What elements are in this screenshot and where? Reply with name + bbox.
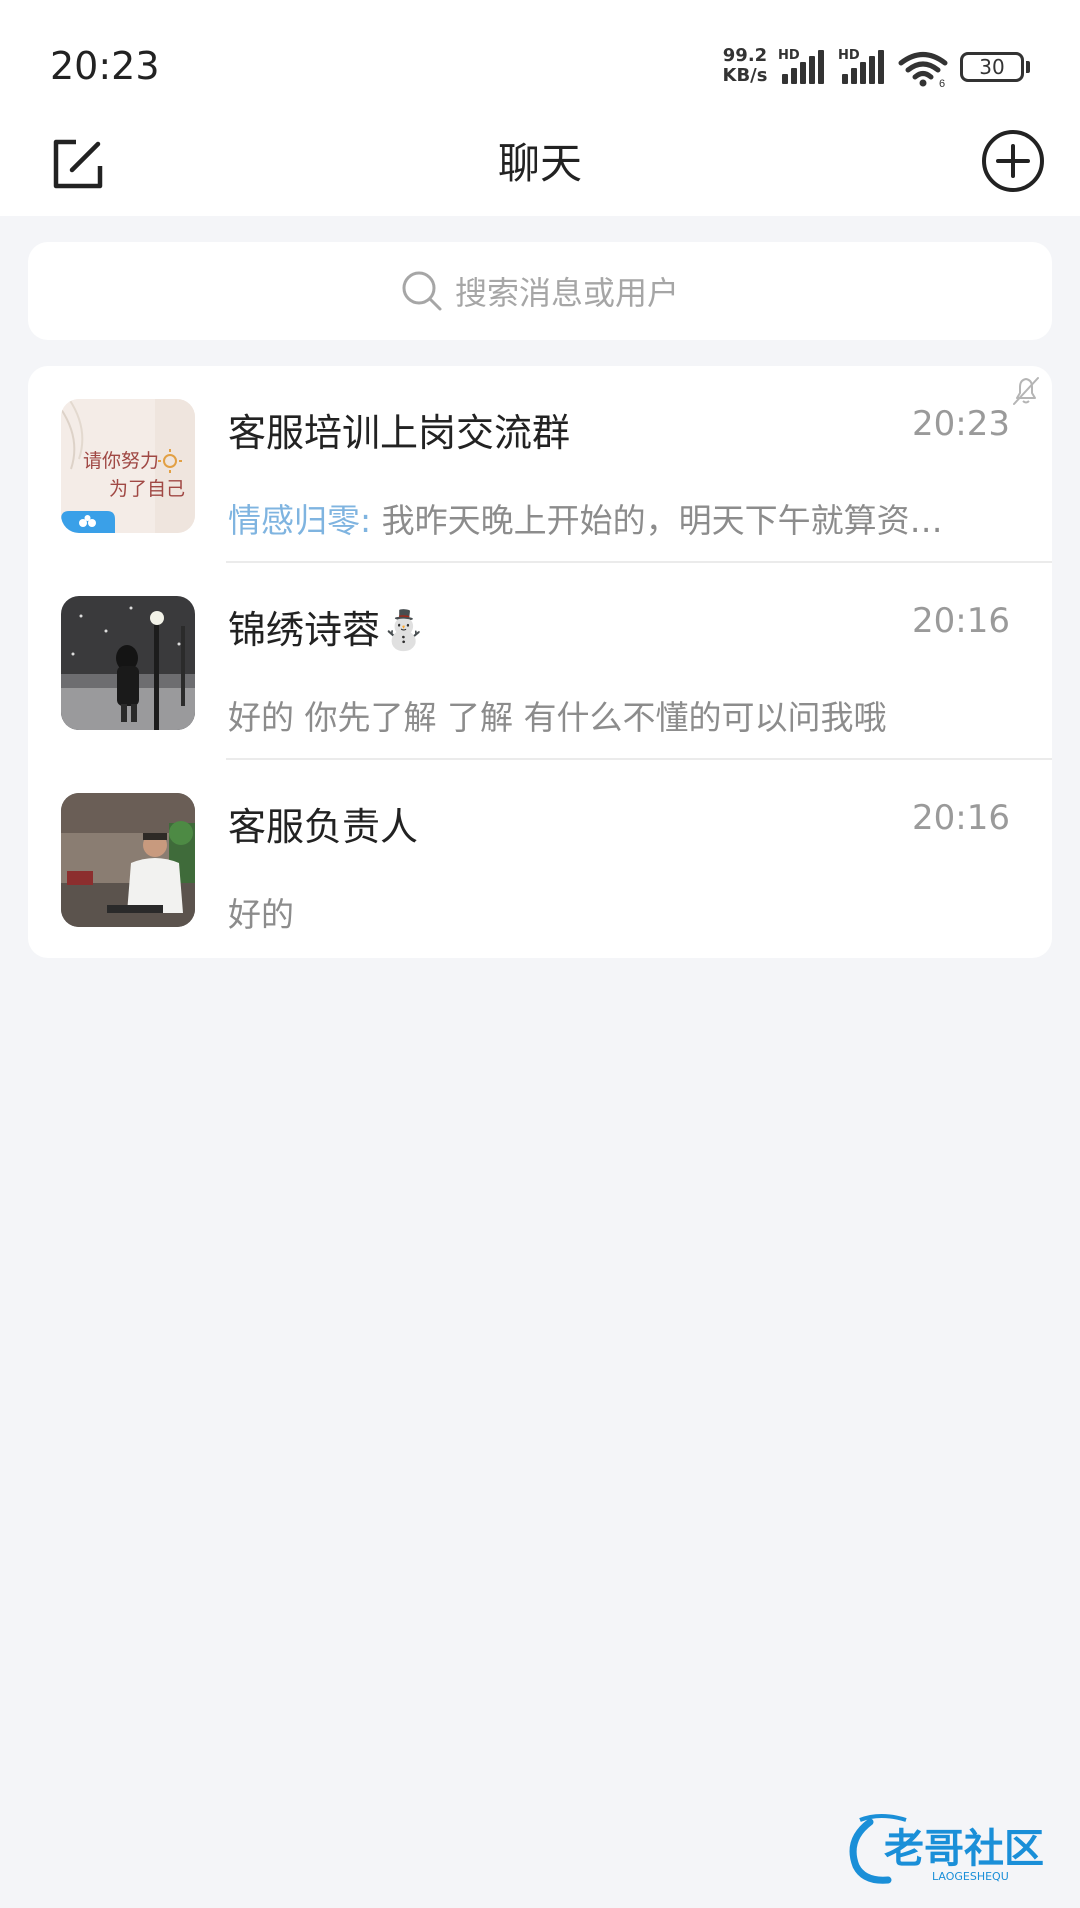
search-icon [402,271,442,311]
sim1-hd-label: HD [778,48,800,63]
chat-time: 20:16 [912,601,1010,641]
chat-preview-sender: 情感归零: [228,501,372,540]
chat-name: 客服负责人 [228,805,419,849]
chat-preview: 好的 你先了解 了解 有什么不懂的可以问我哦 [228,698,887,737]
chat-preview-text: 我昨天晚上开始的，明天下午就算资… [371,501,943,540]
wifi-icon: 6 [898,52,948,88]
search-placeholder: 搜索消息或用户 [454,274,679,312]
net-speed-value: 99.2 [722,45,768,66]
chat-item-training-group[interactable]: 请你努力 为了自己 客服培训上岗交流群 20:23 情感归零: 我昨天晚上开始的… [28,366,1052,563]
watermark-sub: LAOGESHEQU [932,1870,1009,1883]
chat-name: 锦绣诗蓉⛄ [228,608,428,652]
net-speed-unit: KB/s [722,65,768,86]
network-speed: 99.2 KB/s [720,46,770,86]
group-avatar-image: 请你努力 为了自己 [61,399,195,533]
add-icon[interactable] [980,128,1046,194]
avatar [61,793,195,927]
chat-item-service-lead[interactable]: 客服负责人 20:16 好的 [28,760,1052,957]
chat-name: 客服培训上岗交流群 [228,411,571,455]
watermark-title: 老哥社区 [884,1826,1044,1872]
chat-time: 20:16 [912,798,1010,838]
mute-bell-icon [1013,377,1039,405]
search-box[interactable]: 搜索消息或用户 [28,242,1052,340]
avatar [61,596,195,730]
avatar: 请你努力 为了自己 [61,399,195,533]
avatar-text-line1: 请你努力 [83,450,159,472]
chat-preview: 好的 [228,895,294,934]
sim1-signal-icon: HD [778,48,834,84]
battery-tip [1026,61,1030,73]
chat-list: 请你努力 为了自己 客服培训上岗交流群 20:23 情感归零: 我昨天晚上开始的… [28,366,1052,958]
status-bar: 20:23 99.2 KB/s HD HD 6 30 [0,0,1080,110]
man-laptop-avatar-image [61,793,195,927]
sim2-signal-icon: HD [838,48,894,84]
header: 聊天 [0,110,1080,216]
chat-item-jinxiu-shirong[interactable]: 锦绣诗蓉⛄ 20:16 好的 你先了解 了解 有什么不懂的可以问我哦 [28,563,1052,760]
watermark-logo: 老哥社区 LAOGESHEQU [849,1814,1044,1884]
sim2-hd-label: HD [838,48,860,63]
status-time: 20:23 [50,44,160,88]
wifi-sub-label: 6 [939,78,945,88]
snow-night-avatar-image [61,596,195,730]
chat-time: 20:23 [912,404,1010,444]
avatar-text-line2: 为了自己 [109,478,185,500]
page-title: 聊天 [497,139,582,188]
chat-preview: 情感归零: 我昨天晚上开始的，明天下午就算资… [228,494,1028,542]
battery-icon: 30 [960,52,1024,82]
